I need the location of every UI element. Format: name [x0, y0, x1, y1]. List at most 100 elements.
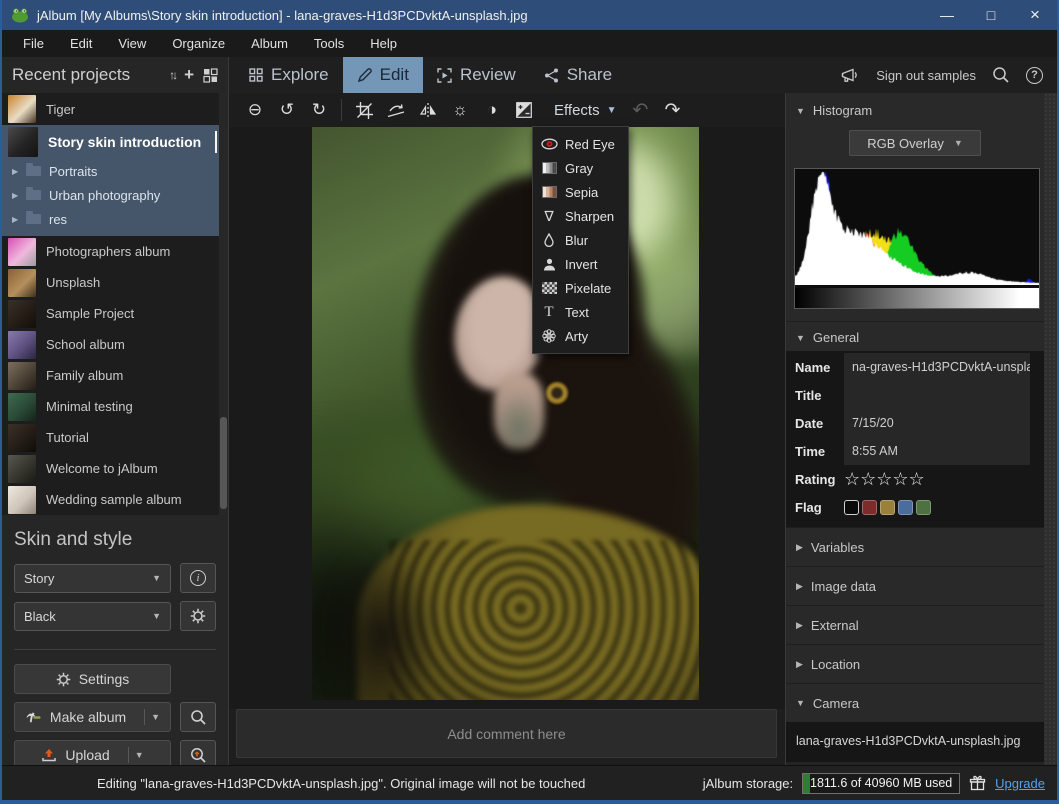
project-item-sample-project[interactable]: Sample Project: [2, 298, 228, 329]
field-value-title[interactable]: [844, 381, 1030, 409]
flag-swatch-3[interactable]: [898, 500, 913, 515]
effects-menu-item-arty[interactable]: Arty: [533, 324, 628, 348]
project-list-scrollbar[interactable]: [219, 93, 228, 515]
upgrade-link[interactable]: Upgrade: [995, 776, 1045, 791]
comment-input[interactable]: Add comment here: [236, 709, 777, 758]
project-item-welcome-to-jalbum[interactable]: Welcome to jAlbum: [2, 453, 228, 484]
content-area: ExploreEditReviewShareSign out samples? …: [229, 57, 1057, 765]
close-button[interactable]: ×: [1013, 0, 1057, 30]
section-header-image-data[interactable]: ▶Image data: [786, 566, 1044, 605]
rotate-left-button[interactable]: ↺: [272, 96, 302, 124]
effects-menu-item-red-eye[interactable]: Red Eye: [533, 132, 628, 156]
add-project-icon[interactable]: +: [184, 65, 194, 85]
sort-projects-icon[interactable]: ↑↓: [169, 68, 175, 82]
star-icons[interactable]: ☆☆☆☆☆: [844, 470, 925, 488]
field-value-date[interactable]: 7/15/20: [844, 409, 1030, 437]
general-section-header[interactable]: ▼ General: [786, 322, 1044, 351]
project-list: TigerStory skin introduction▶Portraits▶U…: [2, 93, 228, 515]
section-header-external[interactable]: ▶External: [786, 605, 1044, 644]
histogram-section-header[interactable]: ▼ Histogram: [786, 93, 1044, 124]
effects-menu-item-sharpen[interactable]: ∇Sharpen: [533, 204, 628, 228]
histogram-mode-select[interactable]: RGB Overlay▼: [849, 130, 981, 156]
menu-view[interactable]: View: [107, 32, 157, 55]
flag-swatch-1[interactable]: [862, 500, 877, 515]
project-label: Unsplash: [46, 275, 100, 290]
subfolder-res[interactable]: ▶res: [2, 207, 219, 231]
field-value-time[interactable]: 8:55 AM: [844, 437, 1030, 465]
expand-arrow-icon[interactable]: ▶: [12, 215, 26, 224]
flip-horizontal-button[interactable]: [413, 96, 443, 124]
project-item-minimal-testing[interactable]: Minimal testing: [2, 391, 228, 422]
project-item-tiger[interactable]: Tiger: [2, 93, 228, 125]
subfolder-urban-photography[interactable]: ▶Urban photography: [2, 183, 219, 207]
photo-being-edited[interactable]: [312, 127, 699, 700]
expand-arrow-icon[interactable]: ▶: [12, 191, 26, 200]
chevron-down-icon: ▼: [152, 611, 161, 621]
gift-icon[interactable]: [969, 775, 986, 792]
tab-review[interactable]: Review: [423, 57, 530, 93]
sign-out-link[interactable]: Sign out samples: [876, 68, 976, 83]
section-header-variables[interactable]: ▶Variables: [786, 527, 1044, 566]
settings-button[interactable]: Settings: [14, 664, 171, 694]
project-item-school-album[interactable]: School album: [2, 329, 228, 360]
crop-button[interactable]: [349, 96, 379, 124]
style-settings-button[interactable]: [180, 601, 216, 631]
skin-select[interactable]: Story▼: [14, 564, 171, 593]
straighten-button[interactable]: [381, 96, 411, 124]
project-item-tutorial[interactable]: Tutorial: [2, 422, 228, 453]
make-album-button[interactable]: Make album ▼: [14, 702, 171, 732]
rating-stars[interactable]: ☆☆☆☆☆: [844, 465, 1030, 493]
megaphone-icon[interactable]: [840, 67, 860, 84]
menu-album[interactable]: Album: [240, 32, 299, 55]
effects-menu-item-blur[interactable]: Blur: [533, 228, 628, 252]
levels-button[interactable]: [509, 96, 539, 124]
storage-progress-bar: 1811.6 of 40960 MB used: [802, 773, 960, 794]
flag-swatch-4[interactable]: [916, 500, 931, 515]
search-icon[interactable]: [992, 66, 1010, 84]
effects-menu-item-sepia[interactable]: Sepia: [533, 180, 628, 204]
rotate-right-button[interactable]: ↻: [304, 96, 334, 124]
menu-help[interactable]: Help: [359, 32, 408, 55]
scrollbar-thumb[interactable]: [220, 417, 227, 509]
tab-edit[interactable]: Edit: [343, 57, 423, 93]
flag-swatch-2[interactable]: [880, 500, 895, 515]
redo-button[interactable]: ↷: [658, 96, 688, 124]
inspector-scrollbar[interactable]: [1044, 93, 1057, 765]
menu-tools[interactable]: Tools: [303, 32, 355, 55]
tab-edit-icon: [357, 68, 372, 83]
preview-album-button[interactable]: [180, 702, 216, 732]
effects-dropdown-button[interactable]: Effects▼: [546, 102, 625, 119]
tab-share[interactable]: Share: [530, 57, 626, 93]
effects-menu-item-invert[interactable]: Invert: [533, 252, 628, 276]
style-select[interactable]: Black▼: [14, 602, 171, 631]
menu-file[interactable]: File: [12, 32, 55, 55]
project-item-family-album[interactable]: Family album: [2, 360, 228, 391]
section-header-location[interactable]: ▶Location: [786, 644, 1044, 683]
skin-info-button[interactable]: i: [180, 563, 216, 593]
camera-section-header[interactable]: ▼ Camera: [786, 683, 1044, 722]
project-item-story-skin-introduction[interactable]: Story skin introduction: [2, 125, 219, 159]
project-item-unsplash[interactable]: Unsplash: [2, 267, 228, 298]
zoom-out-button[interactable]: ⊖: [240, 96, 270, 124]
subfolder-portraits[interactable]: ▶Portraits: [2, 159, 219, 183]
brightness-button[interactable]: ☼: [445, 96, 475, 124]
maximize-button[interactable]: □: [969, 0, 1013, 30]
project-item-wedding-sample-album[interactable]: Wedding sample album: [2, 484, 228, 515]
minimize-button[interactable]: —: [925, 0, 969, 30]
contrast-button[interactable]: ◑: [477, 96, 507, 124]
effects-menu-item-text[interactable]: TText: [533, 300, 628, 324]
effects-menu-item-gray[interactable]: Gray: [533, 156, 628, 180]
project-item-photographers-album[interactable]: Photographers album: [2, 236, 228, 267]
help-icon[interactable]: ?: [1026, 67, 1043, 84]
albums-grid-icon[interactable]: [203, 68, 218, 83]
section-label: External: [811, 618, 859, 633]
tab-explore[interactable]: Explore: [235, 57, 343, 93]
field-value-name[interactable]: na-graves-H1d3PCDvktA-unsplasl: [844, 353, 1030, 381]
project-thumbnail: [8, 331, 36, 359]
menu-organize[interactable]: Organize: [161, 32, 236, 55]
effects-menu-item-pixelate[interactable]: Pixelate: [533, 276, 628, 300]
menu-edit[interactable]: Edit: [59, 32, 103, 55]
undo-button[interactable]: ↶: [626, 96, 656, 124]
flag-swatch-0[interactable]: [844, 500, 859, 515]
expand-arrow-icon[interactable]: ▶: [12, 167, 26, 176]
